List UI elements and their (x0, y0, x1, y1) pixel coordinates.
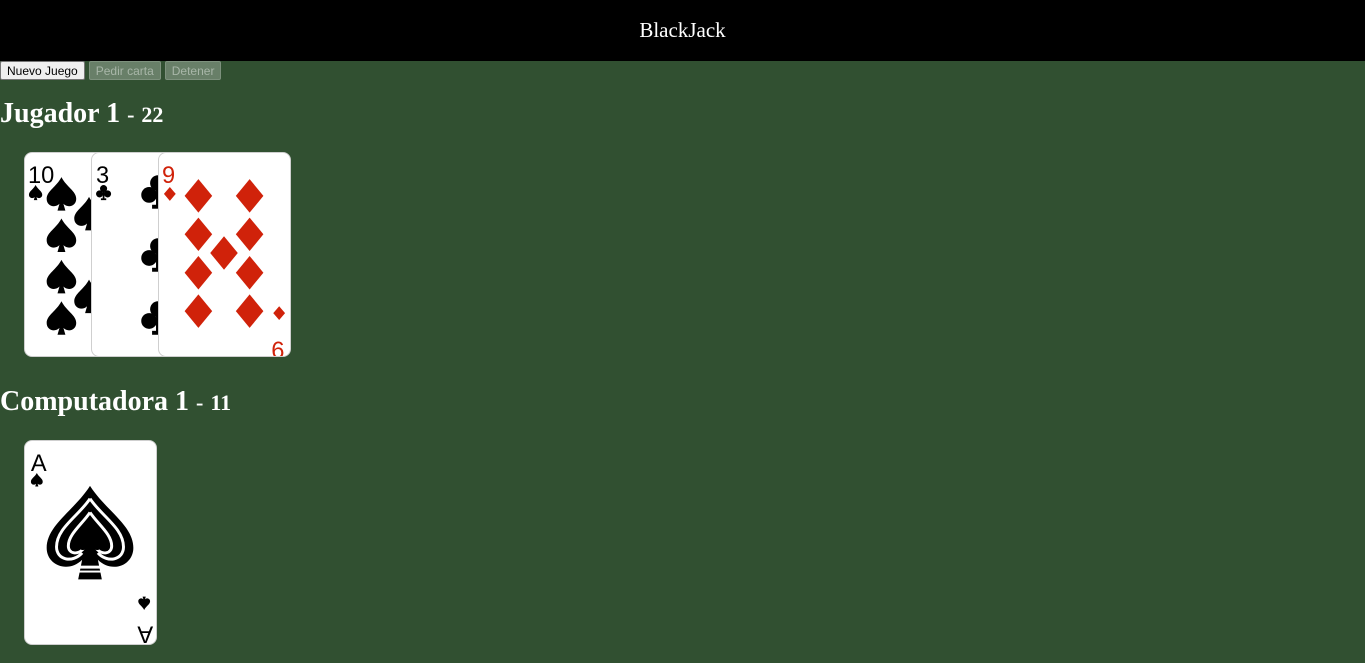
computer-heading: Computadora 1 - 11 (0, 386, 231, 418)
card-rank-bottom: 9 (271, 336, 284, 356)
diamond-icon (163, 179, 286, 328)
hit-button[interactable]: Pedir carta (88, 61, 161, 80)
card-ace-of-spades: A A (24, 440, 157, 645)
card-rank: 9 (162, 163, 175, 189)
card-9-of-diamonds: 9 9 (158, 152, 291, 357)
card-rank-bottom: A (137, 621, 153, 644)
title-bar: BlackJack (0, 0, 1365, 61)
app-title: BlackJack (639, 18, 726, 42)
computer-separator: - (196, 390, 204, 415)
player-heading: Jugador 1 - 22 (0, 98, 163, 130)
card-rank: 3 (96, 163, 109, 189)
player-separator: - (127, 102, 135, 127)
stand-button[interactable]: Detener (164, 61, 222, 80)
card-rank: 10 (28, 163, 54, 189)
computer-score: 11 (210, 390, 232, 415)
new-game-button[interactable]: Nuevo Juego (0, 61, 85, 80)
computer-name: Computadora 1 (0, 386, 190, 417)
card-rank: A (31, 451, 47, 477)
player-name: Jugador 1 (0, 98, 121, 129)
player-score: 22 (141, 102, 164, 127)
game-controls: Nuevo Juego Pedir carta Detener (0, 61, 1365, 80)
